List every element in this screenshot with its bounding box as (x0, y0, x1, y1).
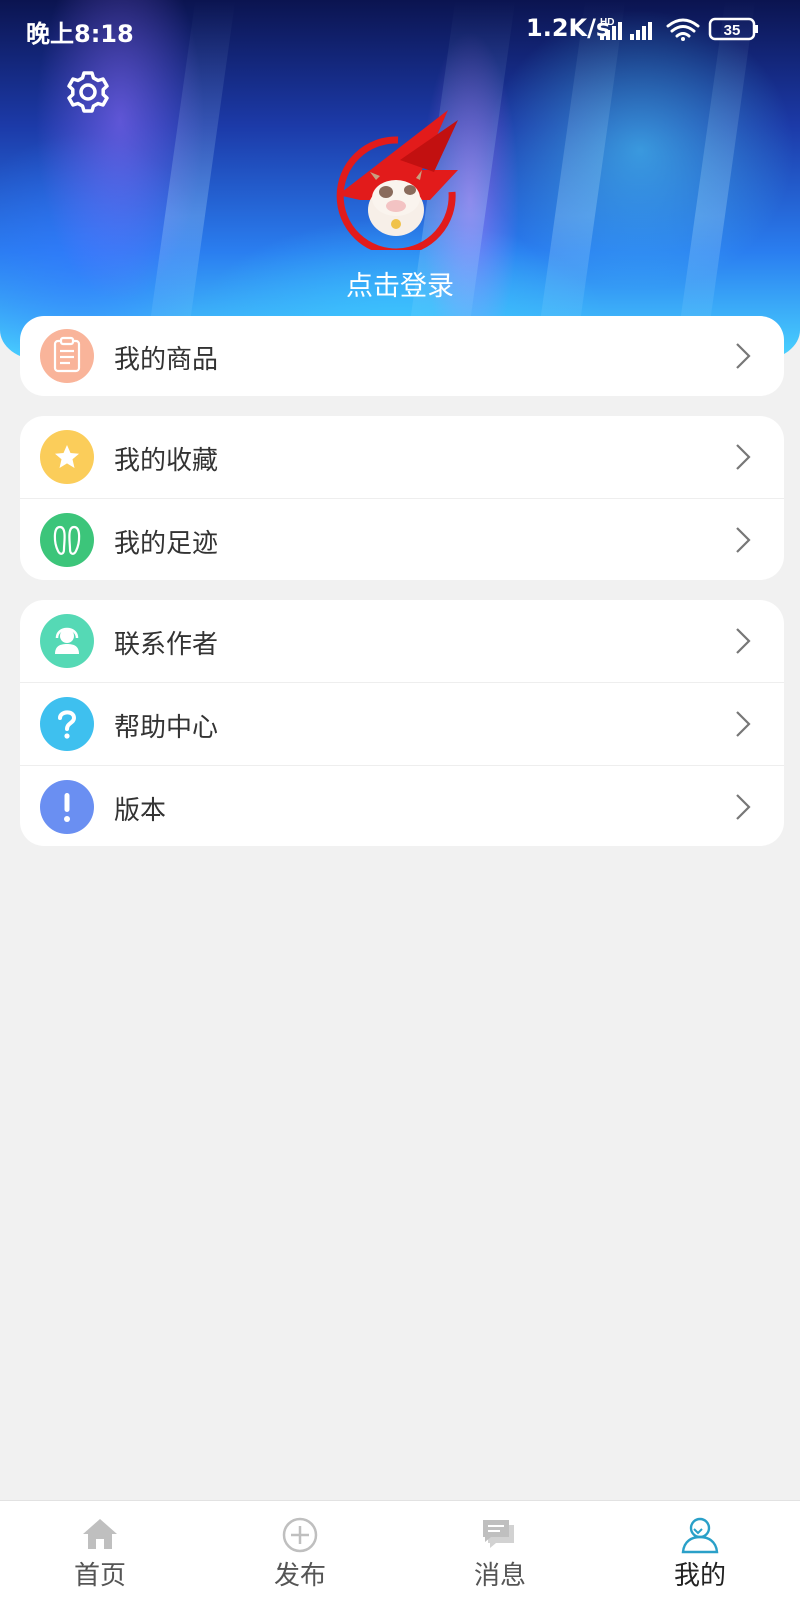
chevron-right-icon (736, 527, 751, 553)
tab-label: 发布 (273, 1561, 326, 1591)
signal-icon (630, 22, 652, 40)
status-bar: 晚上8:18 1.2K/s HD 35 (0, 0, 800, 56)
menu-card-products: 我的商品 (20, 316, 784, 396)
signal-hd-icon: HD (600, 17, 622, 40)
menu-item-contact-author[interactable]: 联系作者 (20, 600, 784, 683)
chevron-right-icon (736, 794, 751, 820)
avatar[interactable] (330, 100, 470, 256)
login-prompt[interactable]: 点击登录 (0, 264, 800, 303)
tab-mine[interactable]: 我的 (600, 1501, 800, 1601)
question-icon (40, 697, 94, 751)
menu-item-my-footprints[interactable]: 我的足迹 (20, 499, 784, 581)
chevron-right-icon (736, 444, 751, 470)
tab-label: 首页 (73, 1561, 126, 1591)
product-list-icon (40, 329, 94, 383)
profile-icon (681, 1517, 719, 1554)
menu-item-my-favorites[interactable]: 我的收藏 (20, 416, 784, 499)
contact-author-icon (40, 614, 94, 668)
menu-item-version[interactable]: 版本 (20, 766, 784, 848)
menu-item-label: 联系作者 (114, 630, 219, 660)
battery-icon: 35 (708, 17, 758, 41)
chevron-right-icon (736, 628, 751, 654)
footprint-icon (40, 513, 94, 567)
chevron-right-icon (736, 711, 751, 737)
star-icon (40, 430, 94, 484)
message-icon (483, 1520, 514, 1548)
plus-circle-icon (282, 1517, 318, 1553)
wifi-icon (666, 18, 700, 41)
profile-header: 晚上8:18 1.2K/s HD 35 点击登录 (0, 0, 800, 360)
tab-publish[interactable]: 发布 (200, 1501, 400, 1601)
menu-item-my-products[interactable]: 我的商品 (20, 316, 784, 396)
tab-label: 我的 (673, 1561, 726, 1591)
menu-item-label: 帮助中心 (114, 713, 219, 743)
exclamation-icon (40, 780, 94, 834)
menu-card-favorites: 我的收藏 我的足迹 (20, 416, 784, 580)
svg-text:35: 35 (724, 22, 741, 39)
tab-messages[interactable]: 消息 (400, 1501, 600, 1601)
menu-item-label: 版本 (114, 796, 167, 826)
tab-home[interactable]: 首页 (0, 1501, 200, 1601)
home-icon (83, 1519, 117, 1549)
settings-gear-icon[interactable] (64, 68, 112, 116)
menu-item-label: 我的收藏 (114, 446, 219, 476)
bottom-nav: 首页 发布 消息 我的 (0, 1500, 800, 1601)
tab-label: 消息 (473, 1561, 526, 1591)
status-time: 晚上8:18 (26, 20, 134, 48)
menu-item-help-center[interactable]: 帮助中心 (20, 683, 784, 766)
menu-item-label: 我的商品 (114, 345, 219, 375)
status-icons: HD 35 (600, 16, 770, 42)
network-speed: 1.2K/s (526, 14, 611, 42)
menu-card-support: 联系作者 帮助中心 版本 (20, 600, 784, 846)
chevron-right-icon (736, 343, 751, 369)
menu-item-label: 我的足迹 (114, 529, 219, 559)
